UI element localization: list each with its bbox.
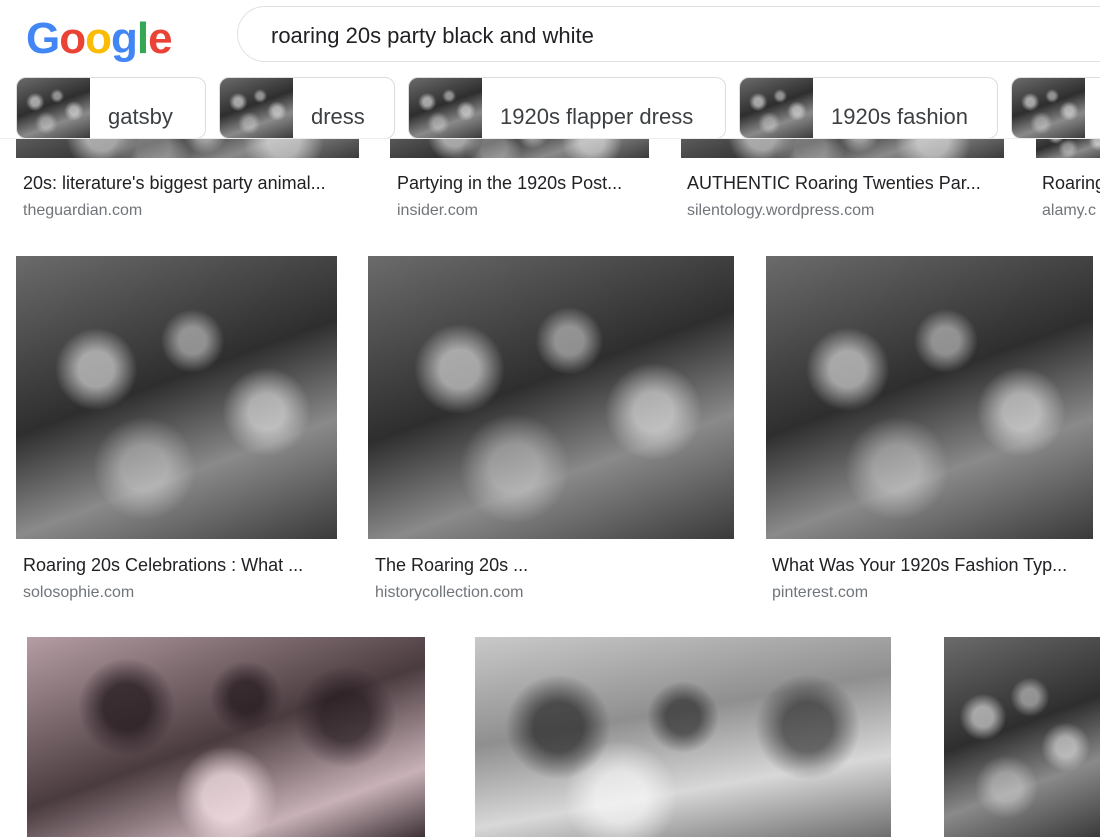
chip-thumbnail: [409, 78, 482, 138]
chip-thumbnail: [740, 78, 813, 138]
search-box[interactable]: roaring 20s party black and white: [237, 6, 1100, 62]
result-source: alamy.c: [1042, 202, 1096, 219]
result-source: theguardian.com: [23, 202, 143, 219]
chip-dress[interactable]: dress: [219, 77, 395, 138]
logo-letter: e: [148, 14, 173, 63]
logo-letter: l: [136, 14, 149, 63]
result-title[interactable]: What Was Your 1920s Fashion Typ...: [772, 555, 1092, 576]
result-title[interactable]: Partying in the 1920s Post...: [397, 173, 657, 194]
result-source: historycollection.com: [375, 584, 524, 601]
result-title[interactable]: Roaring: [1042, 173, 1100, 194]
chip-label: 1920s flapper dress: [500, 104, 694, 129]
logo-letter: g: [111, 14, 138, 63]
result-title[interactable]: AUTHENTIC Roaring Twenties Par...: [687, 173, 1007, 194]
result-image[interactable]: [27, 637, 425, 837]
logo-letter: G: [26, 14, 60, 63]
result-title[interactable]: The Roaring 20s ...: [375, 555, 730, 576]
result-image[interactable]: [944, 637, 1100, 837]
search-input[interactable]: roaring 20s party black and white: [271, 23, 594, 49]
result-title[interactable]: 20s: literature's biggest party animal..…: [23, 173, 363, 194]
result-source: insider.com: [397, 202, 478, 219]
chip-next[interactable]: [1011, 77, 1100, 138]
chip-label: dress: [311, 104, 365, 129]
result-source: pinterest.com: [772, 584, 869, 601]
result-source: silentology.wordpress.com: [687, 202, 875, 219]
result-image[interactable]: [475, 637, 891, 837]
logo-letter: o: [59, 14, 86, 63]
chip-thumbnail: [1012, 78, 1085, 138]
chip-label: 1920s fashion: [831, 104, 968, 129]
result-source: solosophie.com: [23, 584, 135, 601]
chip-gatsby[interactable]: gatsby: [16, 77, 206, 138]
chip-1920s-flapper-dress[interactable]: 1920s flapper dress: [408, 77, 726, 138]
chip-label: gatsby: [108, 104, 173, 129]
result-image[interactable]: [766, 256, 1093, 539]
result-image[interactable]: [16, 256, 337, 539]
result-title[interactable]: Roaring 20s Celebrations : What ...: [23, 555, 343, 576]
chip-thumbnail: [17, 78, 90, 138]
result-image[interactable]: [368, 256, 734, 539]
related-searches-bar: gatsby dress 1920s flapper dress 1920s f…: [0, 72, 1100, 139]
logo-letter: o: [85, 14, 112, 63]
google-logo[interactable]: Google: [26, 14, 173, 64]
chip-thumbnail: [220, 78, 293, 138]
chip-1920s-fashion[interactable]: 1920s fashion: [739, 77, 998, 138]
